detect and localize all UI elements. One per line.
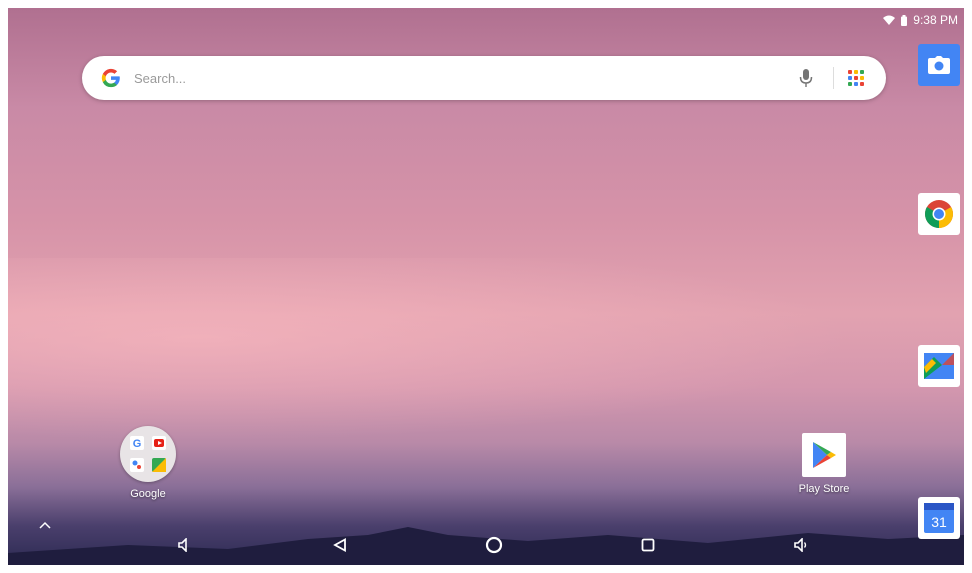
playstore-label: Play Store [798,483,850,495]
volume-up-button[interactable] [788,531,816,559]
google-search-bar[interactable]: Search... [82,56,886,100]
home-screen: 9:38 PM Search... 31 G Google Play Store [8,8,964,565]
mic-icon[interactable] [799,69,813,87]
back-icon [333,538,346,552]
apps-grid-icon[interactable] [848,70,864,86]
volume-down-icon [178,538,187,552]
navigation-bar [8,525,964,565]
home-icon [485,536,503,554]
search-divider [833,67,834,89]
battery-icon [901,14,908,26]
photos-app[interactable] [918,345,960,387]
playstore-app[interactable]: Play Store [784,433,864,495]
status-bar: 9:38 PM [883,11,958,29]
search-input[interactable]: Search... [134,71,799,86]
folder-app-previews: G [130,436,166,472]
volume-up-icon [794,538,807,552]
volume-down-button[interactable] [170,531,198,559]
status-time: 9:38 PM [913,13,958,27]
folder-icon: G [120,426,176,482]
photos-icon [924,353,954,379]
google-g-icon [101,68,120,88]
wifi-icon [883,15,896,25]
google-folder[interactable]: G Google [108,426,188,500]
chrome-app[interactable] [918,193,960,235]
camera-icon [928,56,950,74]
home-button[interactable] [480,531,508,559]
back-button[interactable] [326,531,354,559]
svg-text:G: G [133,438,142,450]
camera-app[interactable] [918,44,960,86]
playstore-icon [802,433,846,477]
chrome-icon [925,200,953,228]
folder-label: Google [130,488,166,500]
recents-button[interactable] [634,531,662,559]
recents-icon [641,538,655,552]
